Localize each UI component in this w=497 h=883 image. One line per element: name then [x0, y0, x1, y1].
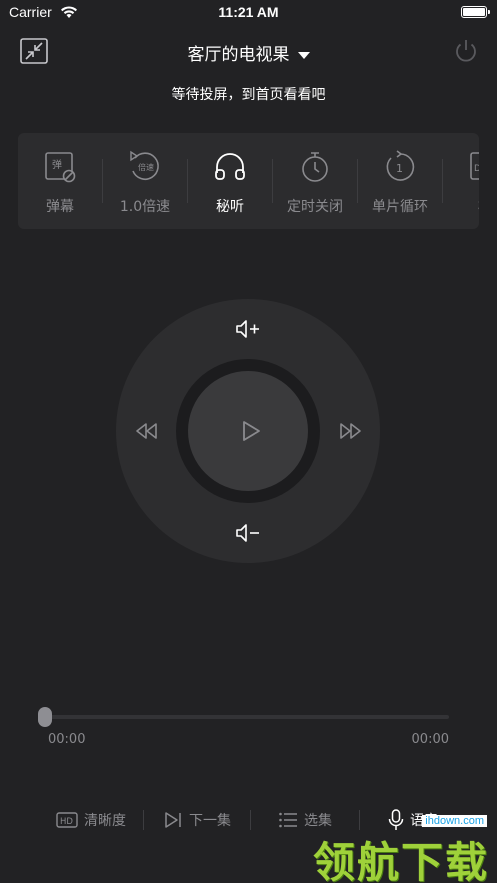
func-danmaku[interactable]: 弹 弹幕 — [18, 133, 102, 229]
func-label: 单片循环 — [372, 199, 428, 215]
func-secret-listen[interactable]: 秘听 — [188, 133, 272, 229]
device-name: 客厅的电视果 — [187, 45, 290, 65]
play-icon — [243, 421, 260, 441]
top-bar: 客厅的电视果 — [0, 30, 497, 72]
watermark-url: ihdown.com — [422, 815, 487, 827]
device-selector[interactable]: 客厅的电视果 — [0, 40, 497, 65]
status-bar: Carrier 11:21 AM — [0, 0, 497, 26]
current-time: 00:00 — [48, 732, 86, 747]
quality-button[interactable]: HD 清晰度 — [56, 808, 126, 832]
battery-icon — [461, 6, 490, 18]
svg-text:1: 1 — [396, 162, 403, 175]
func-dolby[interactable]: DO 杜 — [443, 133, 479, 229]
rewind-icon[interactable] — [131, 415, 163, 447]
chevron-down-icon — [297, 51, 310, 59]
func-speed[interactable]: 倍速 1.0倍速 — [103, 133, 187, 229]
func-label: 弹幕 — [46, 199, 74, 215]
status-time: 11:21 AM — [218, 4, 279, 20]
divider — [250, 810, 251, 830]
func-label: 秘听 — [216, 199, 244, 215]
volume-up-icon[interactable] — [232, 313, 264, 345]
headphones-icon — [215, 153, 245, 180]
hd-badge-text: HD — [60, 817, 73, 827]
func-label: 定时关闭 — [287, 199, 343, 215]
svg-text:DO: DO — [474, 164, 479, 174]
progress-handle[interactable] — [38, 707, 52, 727]
fast-forward-icon[interactable] — [334, 415, 366, 447]
repeat-one-icon: 1 — [386, 150, 415, 181]
progress-track[interactable] — [45, 715, 449, 719]
watermark-text: 领航下载 — [312, 838, 489, 883]
func-timer[interactable]: 定时关闭 — [273, 133, 357, 229]
function-panel: 弹 弹幕 倍速 1.0倍速 秘听 定时关闭 1 单片循环 DO — [18, 133, 479, 229]
total-time: 00:00 — [411, 732, 449, 747]
next-label: 下一集 — [189, 813, 231, 829]
quality-label: 清晰度 — [84, 813, 126, 829]
timer-icon — [302, 152, 328, 182]
next-episode-button[interactable]: 下一集 — [163, 808, 231, 832]
svg-text:弹: 弹 — [52, 158, 62, 171]
next-icon — [165, 812, 181, 828]
divider — [143, 810, 144, 830]
danmaku-off-icon: 弹 — [45, 152, 76, 183]
cast-hint: 等待投屏，到首页看看吧 — [171, 87, 326, 103]
watermark: ihdown.com 领航下载 — [293, 815, 493, 883]
func-label: 1.0倍速 — [119, 199, 171, 215]
func-label: 杜 — [443, 196, 479, 216]
dolby-icon: DO — [470, 152, 479, 180]
speed-icon: 倍速 — [130, 150, 159, 180]
svg-text:倍速: 倍速 — [138, 162, 154, 172]
hd-icon: HD — [56, 812, 78, 828]
func-repeat-one[interactable]: 1 单片循环 — [358, 133, 442, 229]
volume-down-icon[interactable] — [232, 517, 264, 549]
power-icon[interactable] — [452, 37, 480, 65]
